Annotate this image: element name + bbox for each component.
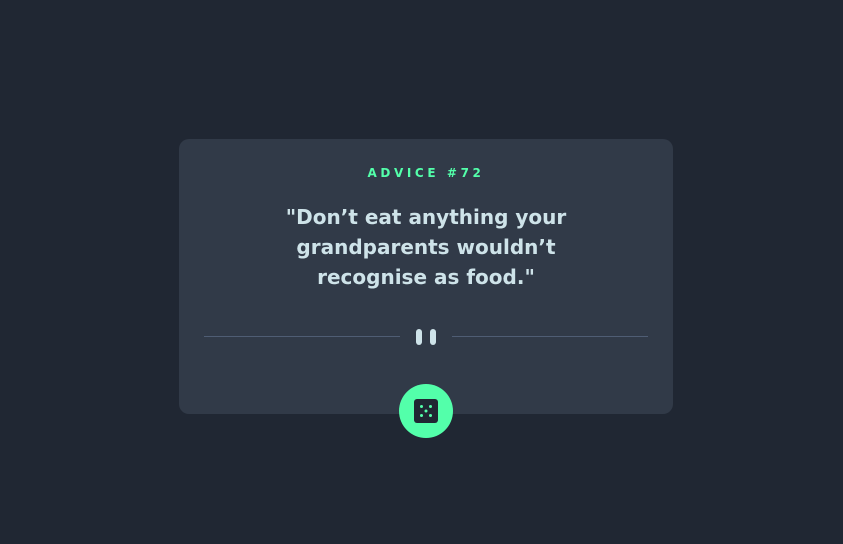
pause-bar-left bbox=[416, 329, 422, 345]
advice-card: ADVICE #72 "Don’t eat anything your gran… bbox=[179, 139, 673, 414]
divider-line-right bbox=[452, 336, 648, 337]
new-advice-button[interactable] bbox=[399, 384, 453, 438]
advice-quote: "Don’t eat anything your grandparents wo… bbox=[285, 205, 567, 289]
divider-line-left bbox=[204, 336, 400, 337]
dice-icon bbox=[414, 399, 438, 423]
advice-id: ADVICE #72 bbox=[367, 166, 485, 180]
pause-icon bbox=[416, 329, 436, 345]
pause-bar-right bbox=[430, 329, 436, 345]
divider bbox=[204, 329, 648, 345]
